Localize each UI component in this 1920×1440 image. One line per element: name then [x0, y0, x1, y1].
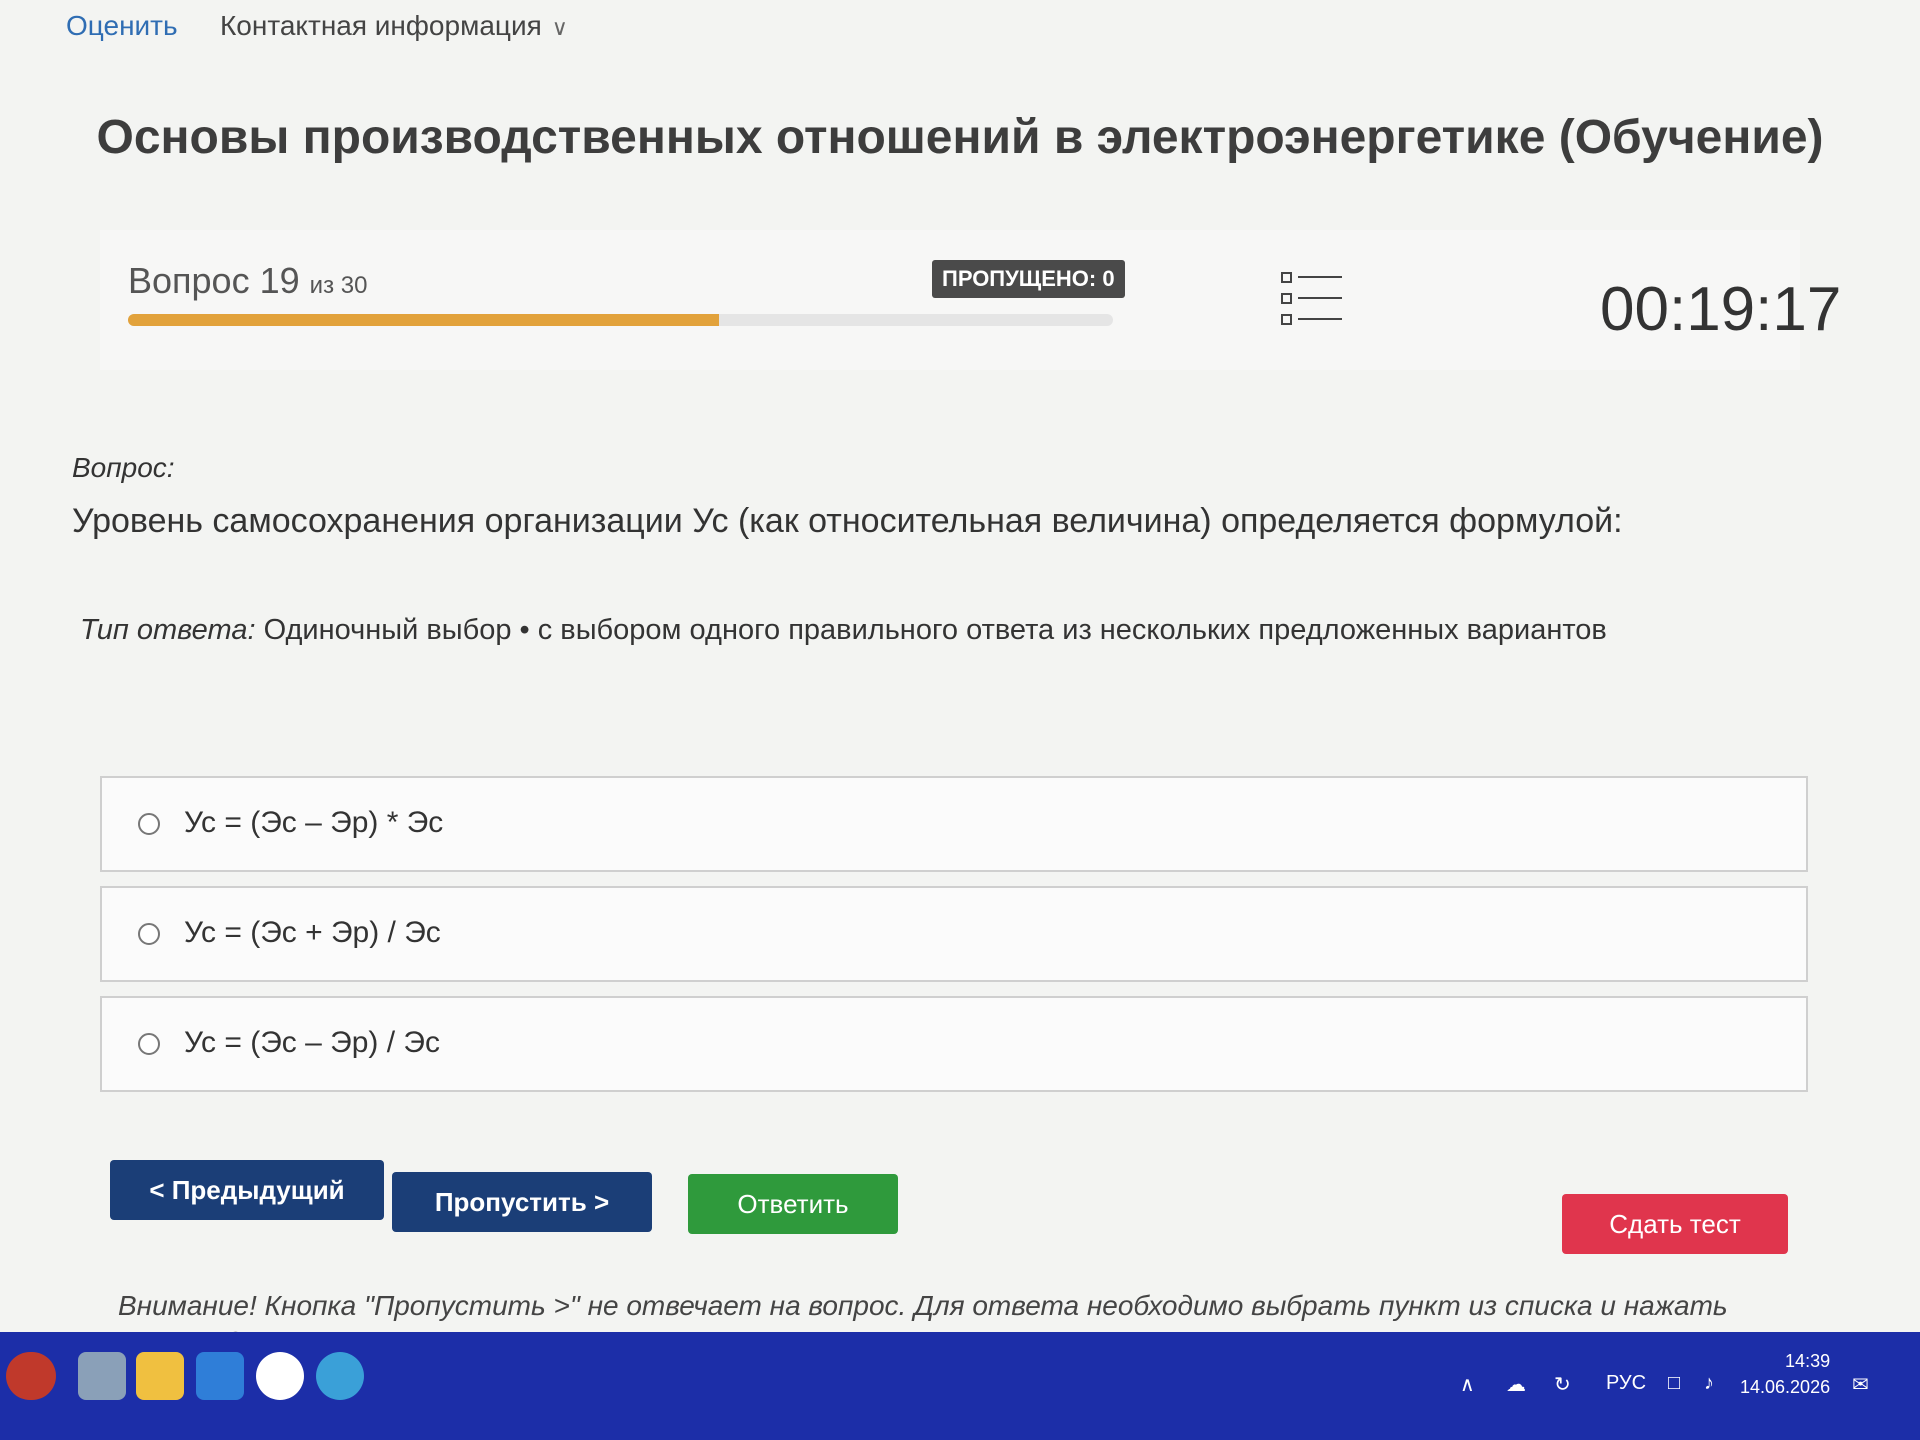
radio-button[interactable]	[138, 813, 160, 835]
mail-icon[interactable]	[196, 1352, 244, 1400]
question-word: Вопрос	[128, 260, 250, 301]
answer-option-2[interactable]: Ус = (Эс + Эр) / Эс	[100, 886, 1808, 982]
radio-button[interactable]	[138, 923, 160, 945]
contact-menu-label: Контактная информация	[220, 10, 542, 41]
page-title: Основы производственных отношений в элек…	[96, 111, 1824, 164]
option-label: Ус = (Эс + Эр) / Эс	[184, 916, 441, 949]
clock-date: 14.06.2026	[1740, 1377, 1831, 1397]
answer-button[interactable]: Ответить	[688, 1174, 898, 1234]
question-text: Уровень самосохранения организации Ус (к…	[72, 502, 1623, 540]
progress-bar	[128, 314, 1113, 326]
option-label: Ус = (Эс – Эр) / Эс	[184, 1026, 440, 1059]
folder-icon[interactable]	[136, 1352, 184, 1400]
top-nav: Оценить Контактная информация ∨	[0, 0, 1920, 56]
desktop-icon[interactable]	[78, 1352, 126, 1400]
rate-link[interactable]: Оценить	[66, 10, 178, 42]
answer-option-1[interactable]: Ус = (Эс – Эр) * Эс	[100, 776, 1808, 872]
timer: 00:19:17	[1600, 275, 1842, 344]
status-panel: Вопрос 19 из 30 ПРОПУЩЕНО: 0 00:19:17	[100, 230, 1841, 370]
volume-icon[interactable]: ♪	[1704, 1372, 1714, 1395]
question-total: из 30	[309, 272, 368, 299]
skipped-badge: ПРОПУЩЕНО: 0	[932, 260, 1125, 298]
chevron-down-icon: ∨	[551, 15, 568, 40]
clock[interactable]: 14:39 14.06.2026	[1740, 1348, 1830, 1400]
start-icon[interactable]	[6, 1352, 56, 1400]
answer-type-label: Тип ответа:	[80, 614, 256, 646]
question-list-icon[interactable]	[1280, 270, 1344, 328]
submit-test-button[interactable]: Сдать тест	[1562, 1194, 1788, 1254]
option-label: Ус = (Эс – Эр) * Эс	[184, 806, 444, 839]
clock-time: 14:39	[1785, 1351, 1831, 1371]
progress-fill	[128, 314, 719, 326]
question-label: Вопрос:	[72, 452, 175, 483]
previous-button[interactable]: < Предыдущий	[110, 1160, 384, 1220]
answer-type: Тип ответа: Одиночный выбор • с выбором …	[80, 614, 1607, 647]
skip-button[interactable]: Пропустить >	[392, 1172, 652, 1232]
taskbar: ∧ ☁ ↻ РУС □ ♪ 14:39 14.06.2026 ✉	[0, 1332, 1920, 1440]
answer-type-value: Одиночный выбор • с выбором одного прави…	[263, 614, 1607, 646]
contact-menu[interactable]: Контактная информация ∨	[220, 10, 568, 42]
sync-icon[interactable]: ↻	[1554, 1372, 1571, 1397]
tray-chevron-up-icon[interactable]: ∧	[1460, 1372, 1475, 1397]
yandex-browser-icon[interactable]	[256, 1352, 304, 1400]
radio-button[interactable]	[138, 1033, 160, 1055]
app-icon[interactable]	[316, 1352, 364, 1400]
cloud-icon[interactable]: ☁	[1506, 1372, 1526, 1397]
question-counter: Вопрос 19 из 30	[128, 260, 367, 302]
notifications-icon[interactable]: ✉	[1852, 1372, 1869, 1397]
language-indicator[interactable]: РУС	[1606, 1372, 1646, 1395]
question-current: 19	[259, 260, 300, 301]
answer-option-3[interactable]: Ус = (Эс – Эр) / Эс	[100, 996, 1808, 1092]
network-icon[interactable]: □	[1668, 1372, 1680, 1395]
